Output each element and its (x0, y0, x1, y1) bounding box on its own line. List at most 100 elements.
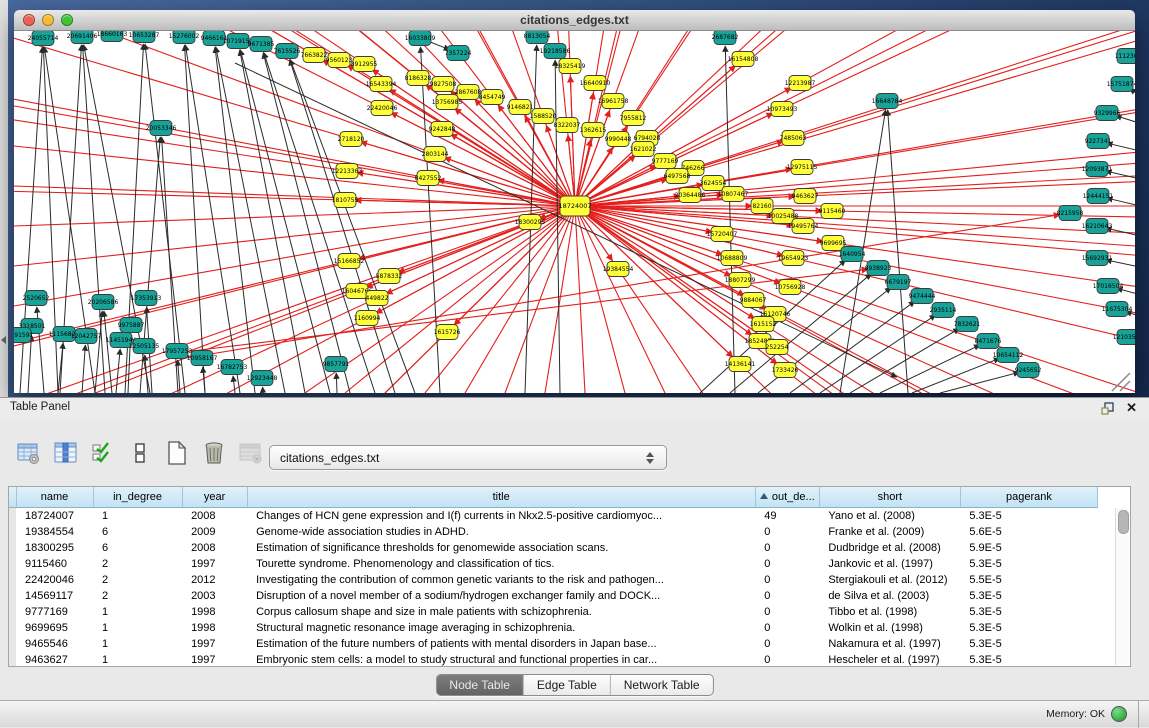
table-cell[interactable]: 19384554 (16, 524, 93, 540)
table-selector-dropdown[interactable]: citations_edges.txt (269, 445, 667, 470)
table-row[interactable]: 946554611997Estimation of the future num… (9, 636, 1098, 652)
graph-node[interactable]: 16782753 (217, 360, 248, 375)
graph-node[interactable]: 20364486 (675, 188, 706, 203)
graph-node[interactable]: 9671385 (248, 37, 275, 52)
table-cell[interactable]: 49 (755, 508, 819, 525)
graph-node[interactable]: 16543394 (366, 77, 397, 92)
graph-node[interactable]: 1733426 (772, 363, 799, 378)
graph-node[interactable]: 9975887 (118, 318, 145, 333)
table-cell[interactable]: 1997 (182, 556, 247, 572)
graph-node[interactable]: 18807299 (725, 273, 756, 288)
table-cell[interactable]: 2012 (182, 572, 247, 588)
graph-node[interactable]: 9474444 (909, 289, 936, 304)
table-cell[interactable]: 0 (755, 556, 819, 572)
graph-node[interactable]: 449822 (366, 291, 389, 306)
table-row[interactable]: 911546021997Tourette syndrome. Phenomeno… (9, 556, 1098, 572)
table-cell[interactable]: 5.6E-5 (960, 524, 1097, 540)
network-window[interactable]: citations_edges.txt 18325419166409101696… (14, 10, 1135, 393)
column-header-out-de-[interactable]: out_de... (755, 487, 819, 508)
table-cell[interactable]: 22420046 (16, 572, 93, 588)
table-cell[interactable]: 1 (93, 636, 182, 652)
table-row[interactable]: 969969511998Structural magnetic resonanc… (9, 620, 1098, 636)
graph-node[interactable]: 18325419 (555, 59, 586, 74)
graph-node[interactable]: 10958167 (187, 351, 218, 366)
create-table-icon[interactable] (164, 440, 190, 466)
graph-node[interactable]: 12213363 (332, 164, 363, 179)
graph-node[interactable]: 15720407 (707, 227, 738, 242)
graph-node[interactable]: 8454749 (479, 90, 506, 105)
graph-node[interactable]: 16961758 (598, 94, 629, 109)
table-cell[interactable]: 2 (93, 572, 182, 588)
table-cell[interactable]: 18724007 (16, 508, 93, 525)
node-table[interactable]: namein_degreeyeartitleout_de...shortpage… (8, 486, 1131, 667)
graph-node[interactable]: 15276002 (169, 31, 200, 44)
graph-node[interactable]: 12975115 (787, 160, 818, 175)
graph-node[interactable]: 19218586 (540, 44, 571, 59)
table-row[interactable]: 977716911998Corpus callosum shape and si… (9, 604, 1098, 620)
table-cell[interactable]: Structural magnetic resonance image aver… (247, 620, 755, 636)
table-cell[interactable]: 0 (755, 572, 819, 588)
graph-node[interactable]: 19495764 (788, 219, 819, 234)
table-cell[interactable]: Changes of HCN gene expression and I(f) … (247, 508, 755, 525)
table-cell[interactable]: 1997 (182, 636, 247, 652)
graph-node[interactable]: 1588520 (530, 109, 557, 124)
table-cell[interactable]: 1998 (182, 604, 247, 620)
table-cell[interactable]: 6 (93, 524, 182, 540)
zoom-window-button[interactable] (61, 14, 73, 26)
graph-node[interactable]: 10973493 (767, 102, 798, 117)
memory-status-indicator[interactable] (1111, 706, 1127, 722)
graph-node[interactable]: 8186328 (405, 71, 432, 86)
table-cell[interactable]: 9777169 (16, 604, 93, 620)
table-cell[interactable]: 6 (93, 540, 182, 556)
graph-node[interactable]: 8813054 (524, 31, 551, 44)
table-cell[interactable]: 2 (93, 556, 182, 572)
graph-node[interactable]: 24055714 (28, 31, 59, 46)
table-cell[interactable]: 5.3E-5 (960, 620, 1097, 636)
column-header-year[interactable]: year (182, 487, 247, 508)
table-row[interactable]: 1938455462009Genome-wide association stu… (9, 524, 1098, 540)
close-window-button[interactable] (23, 14, 35, 26)
graph-node[interactable]: 19384554 (603, 262, 634, 277)
table-row[interactable]: 1872400712008Changes of HCN gene express… (9, 508, 1098, 525)
graph-node[interactable]: 2803144 (422, 147, 449, 162)
graph-node[interactable]: 9242848 (429, 122, 456, 137)
graph-node[interactable]: 18300295 (515, 215, 546, 230)
graph-node[interactable]: 9777169 (652, 154, 679, 169)
table-cell[interactable]: 2009 (182, 524, 247, 540)
show-columns-icon[interactable] (53, 440, 79, 466)
table-cell[interactable]: 5.9E-5 (960, 540, 1097, 556)
table-cell[interactable]: 9463627 (16, 652, 93, 667)
graph-node[interactable]: 8322037 (554, 118, 581, 133)
table-cell[interactable]: Wolkin et al. (1998) (819, 620, 960, 636)
table-cell[interactable]: 1998 (182, 620, 247, 636)
graph-node[interactable]: 14136141 (725, 357, 756, 372)
graph-node[interactable]: 8427552 (415, 171, 442, 186)
graph-node[interactable]: 2520652 (23, 291, 50, 306)
table-cell[interactable]: 5.3E-5 (960, 604, 1097, 620)
table-cell[interactable]: 0 (755, 588, 819, 604)
graph-node[interactable]: 12042757 (71, 329, 102, 344)
table-cell[interactable]: 0 (755, 524, 819, 540)
graph-node[interactable]: 20053346 (146, 121, 177, 136)
graph-node[interactable]: 5878332 (376, 269, 403, 284)
graph-node[interactable]: 12923448 (247, 371, 278, 386)
table-cell[interactable]: Tibbo et al. (1998) (819, 604, 960, 620)
table-cell[interactable]: Tourette syndrome. Phenomenology and cla… (247, 556, 755, 572)
table-row[interactable]: 1830029562008Estimation of significance … (9, 540, 1098, 556)
collapse-arrow-icon[interactable] (1, 336, 6, 344)
graph-node[interactable]: 11675304 (1102, 302, 1133, 317)
graph-node[interactable]: 82160 (751, 199, 773, 214)
graph-node[interactable]: 7663822 (301, 48, 328, 63)
graph-node[interactable]: 12093871 (1082, 162, 1113, 177)
table-cell[interactable]: Estimation of the future numbers of pati… (247, 636, 755, 652)
table-cell[interactable]: Genome-wide association studies in ADHD. (247, 524, 755, 540)
graph-node[interactable]: 9884067 (740, 293, 767, 308)
network-window-titlebar[interactable]: citations_edges.txt (14, 10, 1135, 31)
table-cell[interactable]: 0 (755, 620, 819, 636)
graph-node[interactable]: 8912955 (351, 57, 378, 72)
graph-node[interactable]: 13756985 (432, 95, 463, 110)
graph-node[interactable]: 16648784 (872, 94, 903, 109)
table-cell[interactable]: Stergiakouli et al. (2012) (819, 572, 960, 588)
graph-node[interactable]: 12213987 (785, 76, 816, 91)
graph-node[interactable]: 9391591 (14, 328, 34, 343)
